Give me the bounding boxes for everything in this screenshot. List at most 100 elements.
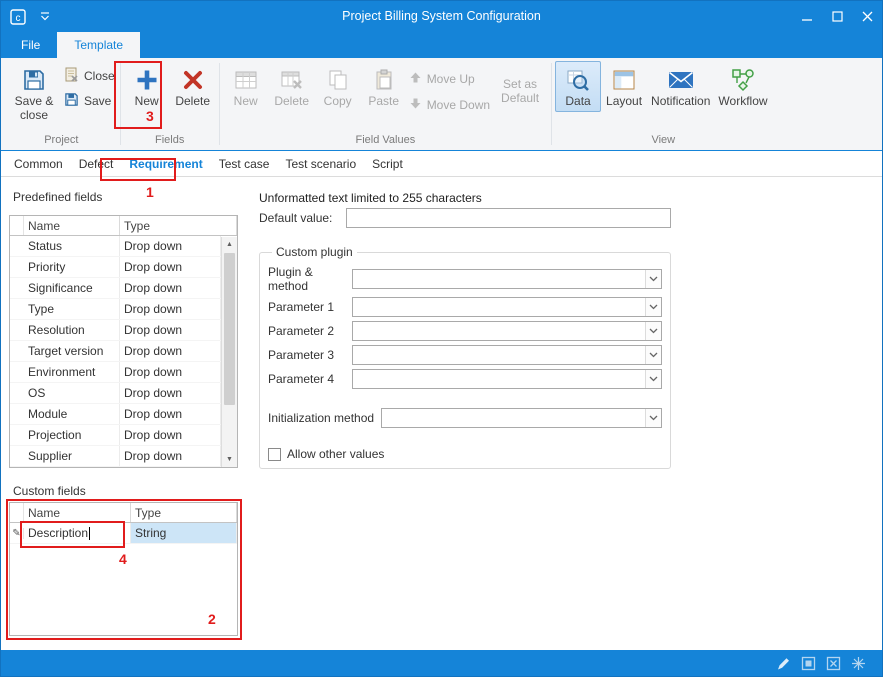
save-and-close-button[interactable]: Save & close — [6, 61, 62, 126]
tab-script[interactable]: Script — [364, 157, 411, 171]
paste-button: Paste — [361, 61, 407, 112]
chevron-down-icon[interactable] — [39, 12, 51, 21]
combo-label: Parameter 3 — [268, 348, 352, 362]
maximize-button[interactable] — [822, 1, 852, 32]
tab-test-case[interactable]: Test case — [211, 157, 278, 171]
close-template-button[interactable]: Close — [64, 67, 115, 85]
row-selector-header — [10, 216, 24, 235]
view-layout-button[interactable]: Layout — [601, 61, 647, 112]
field-type-cell[interactable]: Drop down — [120, 299, 221, 319]
table-row-editing[interactable]: ✎ Description String — [10, 523, 237, 544]
view-workflow-button[interactable]: Workflow — [714, 61, 771, 112]
ribbon-group-project: Save & close Close Save Project — [3, 58, 120, 150]
new-field-button[interactable]: New — [124, 61, 170, 112]
scroll-down-button[interactable]: ▼ — [222, 452, 237, 467]
allow-other-values-label: Allow other values — [287, 447, 384, 461]
table-row[interactable]: Priority Drop down — [10, 257, 221, 278]
tab-defect[interactable]: Defect — [71, 157, 122, 171]
field-name-cell[interactable]: Significance — [24, 278, 120, 298]
chevron-down-icon[interactable] — [645, 322, 661, 340]
combo-box[interactable] — [352, 345, 662, 365]
table-row[interactable]: Status Drop down — [10, 236, 221, 257]
field-type-cell[interactable]: Drop down — [120, 383, 221, 403]
column-header-type[interactable]: Type — [120, 216, 237, 235]
custom-field-type-cell[interactable]: String — [131, 523, 237, 543]
tab-common[interactable]: Common — [6, 157, 71, 171]
vertical-scrollbar[interactable]: ▲ ▼ — [221, 237, 237, 467]
scrollbar-thumb[interactable] — [224, 253, 235, 405]
allow-other-values-checkbox[interactable] — [268, 448, 281, 461]
row-edit-indicator: ✎ — [10, 528, 24, 539]
save-button[interactable]: Save — [64, 92, 115, 110]
column-header-name[interactable]: Name — [24, 216, 120, 235]
default-value-input[interactable] — [346, 208, 671, 228]
chevron-down-icon[interactable] — [645, 409, 661, 427]
close-button[interactable] — [852, 1, 882, 32]
view-data-button[interactable]: Data — [555, 61, 601, 112]
field-name-cell[interactable]: Status — [24, 236, 120, 256]
view-notification-button[interactable]: Notification — [647, 61, 714, 112]
status-close-frame-icon[interactable] — [826, 656, 841, 671]
field-format-description: Unformatted text limited to 255 characte… — [259, 191, 482, 205]
table-row[interactable]: Resolution Drop down — [10, 320, 221, 341]
status-frame-icon[interactable] — [801, 656, 816, 671]
chevron-down-icon[interactable] — [645, 346, 661, 364]
default-value-row: Default value: — [259, 208, 671, 228]
field-name-cell[interactable]: Priority — [24, 257, 120, 277]
field-name-cell[interactable]: Environment — [24, 362, 120, 382]
field-name-cell[interactable]: Supplier — [24, 446, 120, 466]
svg-text:c: c — [16, 13, 21, 24]
delete-field-button[interactable]: Delete — [170, 61, 216, 112]
field-name-cell[interactable]: Target version — [24, 341, 120, 361]
table-row[interactable]: Target version Drop down — [10, 341, 221, 362]
table-row[interactable]: Type Drop down — [10, 299, 221, 320]
custom-field-name-input[interactable]: Description — [24, 523, 131, 543]
custom-plugin-legend: Custom plugin — [272, 245, 357, 259]
tab-requirement[interactable]: Requirement — [121, 157, 210, 171]
status-asterisk-icon[interactable] — [851, 656, 866, 671]
field-type-cell[interactable]: Drop down — [120, 362, 221, 382]
field-type-cell[interactable]: Drop down — [120, 341, 221, 361]
custom-fields-table[interactable]: Name Type ✎ Description String — [9, 502, 238, 636]
field-name-cell[interactable]: Projection — [24, 425, 120, 445]
field-type-cell[interactable]: Drop down — [120, 320, 221, 340]
combo-box[interactable] — [352, 321, 662, 341]
combo-box[interactable] — [352, 269, 662, 289]
field-name-cell[interactable]: Resolution — [24, 320, 120, 340]
field-name-cell[interactable]: Type — [24, 299, 120, 319]
tab-template[interactable]: Template — [57, 32, 140, 58]
field-type-cell[interactable]: Drop down — [120, 425, 221, 445]
scroll-up-button[interactable]: ▲ — [222, 237, 237, 252]
initialization-method-combo[interactable] — [381, 408, 662, 428]
table-row[interactable]: Significance Drop down — [10, 278, 221, 299]
field-type-cell[interactable]: Drop down — [120, 236, 221, 256]
field-type-cell[interactable]: Drop down — [120, 404, 221, 424]
tab-test-scenario[interactable]: Test scenario — [277, 157, 364, 171]
column-header-type[interactable]: Type — [131, 503, 237, 522]
tab-file[interactable]: File — [4, 32, 57, 58]
table-row[interactable]: Supplier Drop down — [10, 446, 221, 467]
field-type-cell[interactable]: Drop down — [120, 278, 221, 298]
copy-button: Copy — [315, 61, 361, 112]
chevron-down-icon[interactable] — [645, 370, 661, 388]
minimize-button[interactable] — [792, 1, 822, 32]
table-grid-icon — [234, 66, 258, 93]
template-tab-strip: Common Defect Requirement Test case Test… — [1, 151, 882, 177]
field-type-cell[interactable]: Drop down — [120, 257, 221, 277]
chevron-down-icon[interactable] — [645, 298, 661, 316]
envelope-icon — [668, 66, 694, 93]
plugin-combo-row: Parameter 2 — [268, 321, 662, 341]
field-type-cell[interactable]: Drop down — [120, 446, 221, 466]
scrollbar-track[interactable] — [222, 252, 237, 452]
field-name-cell[interactable]: OS — [24, 383, 120, 403]
chevron-down-icon[interactable] — [645, 270, 661, 288]
combo-box[interactable] — [352, 369, 662, 389]
table-row[interactable]: Environment Drop down — [10, 362, 221, 383]
column-header-name[interactable]: Name — [24, 503, 131, 522]
combo-box[interactable] — [352, 297, 662, 317]
table-row[interactable]: Module Drop down — [10, 404, 221, 425]
status-edit-pen-icon[interactable] — [776, 656, 791, 671]
table-row[interactable]: OS Drop down — [10, 383, 221, 404]
field-name-cell[interactable]: Module — [24, 404, 120, 424]
table-row[interactable]: Projection Drop down — [10, 425, 221, 446]
